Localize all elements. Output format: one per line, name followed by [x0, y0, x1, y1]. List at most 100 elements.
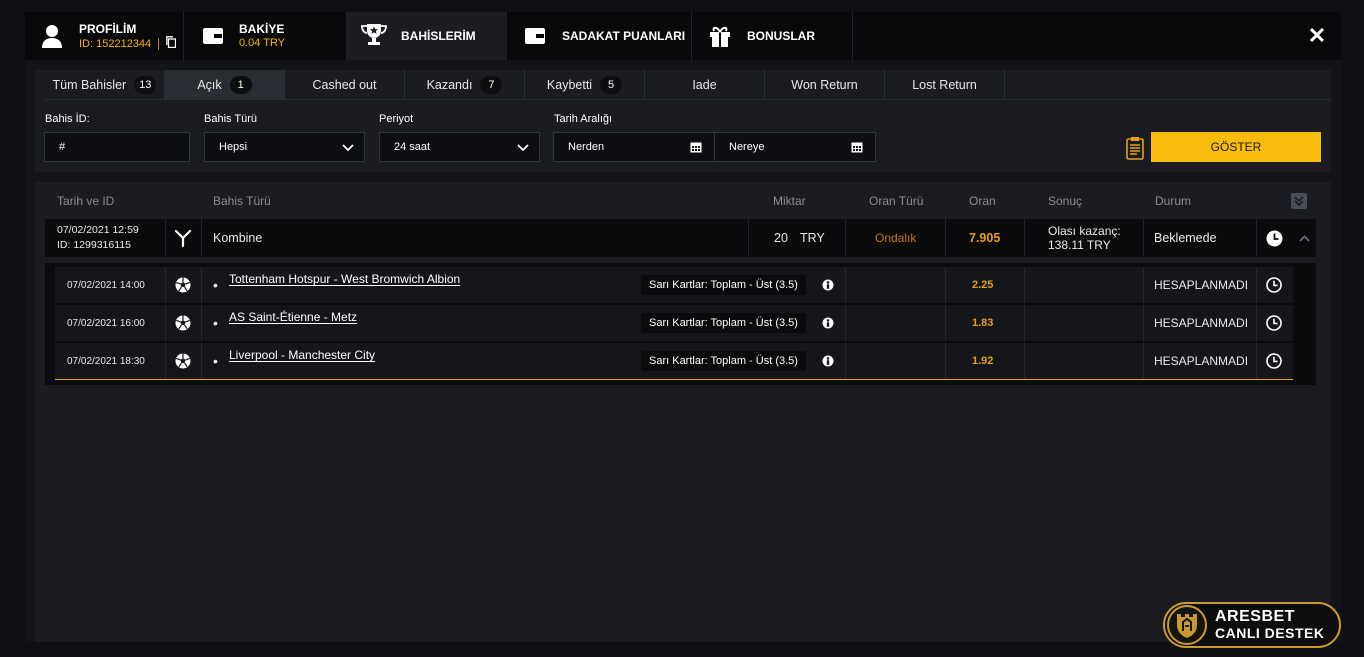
divider: [165, 305, 166, 341]
divider: [945, 305, 946, 341]
period-value: 24 saat: [394, 141, 431, 153]
selection-odds: 2.25: [972, 279, 994, 291]
nav-loyalty-title: SADAKAT PUANLARI: [562, 29, 686, 43]
chevron-down-icon: [342, 144, 354, 152]
bullet-icon: •: [213, 315, 218, 331]
divider: [165, 267, 166, 303]
divider: [201, 219, 202, 257]
balance-value: 0.04 TRY: [239, 37, 286, 49]
divider: [165, 343, 166, 379]
tab-label: Cashed out: [312, 78, 377, 92]
divider: [1143, 219, 1144, 257]
live-support-button[interactable]: ARESBET CANLI DESTEK: [1163, 602, 1341, 648]
divider: [845, 305, 846, 341]
tab-lost-return[interactable]: Lost Return: [885, 70, 1005, 100]
user-icon: [41, 24, 63, 48]
match-link[interactable]: AS Saint-Étienne - Metz: [229, 310, 357, 324]
nav-bonuses[interactable]: BONUSLAR: [692, 12, 853, 60]
calendar-icon: [690, 142, 702, 153]
divider: [201, 267, 202, 303]
tab-cashed-out[interactable]: Cashed out: [285, 70, 405, 100]
market-label: Sarı Kartlar: Toplam - Üst (3.5): [641, 313, 806, 333]
trophy-icon: [360, 23, 388, 47]
nav-my-bets[interactable]: BAHİSLERİM: [347, 12, 507, 60]
selection-odds: 1.83: [972, 317, 994, 329]
selection-date: 07/02/2021 16:00: [67, 317, 145, 329]
date-from-placeholder: Nerden: [568, 141, 605, 153]
bullet-icon: •: [213, 277, 218, 293]
match-link[interactable]: Liverpool - Manchester City: [229, 348, 375, 362]
nav-bonuses-title: BONUSLAR: [747, 29, 815, 43]
info-icon[interactable]: [820, 267, 836, 303]
selection-row: 07/02/2021 16:00 • AS Saint-Étienne - Me…: [55, 305, 1293, 341]
header-result: Sonuç: [1048, 194, 1083, 208]
tab-lost[interactable]: Kaybetti 5: [525, 70, 645, 100]
selection-status: HESAPLANMADI: [1154, 354, 1249, 368]
header-amount: Miktar: [773, 194, 806, 208]
count-badge: 13: [134, 76, 157, 94]
header-status: Durum: [1155, 194, 1192, 208]
user-id: ID: 152212344: [79, 37, 152, 50]
selection-row: 07/02/2021 14:00 • Tottenham Hotspur - W…: [55, 267, 1293, 303]
divider: [1024, 343, 1025, 379]
clock-icon: [1264, 219, 1284, 257]
tab-label: Iade: [692, 78, 717, 92]
count-badge: 7: [480, 76, 503, 94]
nav-balance[interactable]: BAKİYE 0.04 TRY: [184, 12, 347, 60]
tab-label: Tüm Bahisler: [52, 78, 127, 92]
tab-open[interactable]: Açık 1: [165, 70, 285, 100]
total-odds: 7.905: [969, 231, 1001, 245]
nav-loyalty-points[interactable]: SADAKAT PUANLARI: [507, 12, 692, 60]
bet-id-label: Bahis İD:: [45, 113, 90, 125]
divider: [201, 343, 202, 379]
info-icon[interactable]: [820, 343, 836, 379]
divider: [748, 219, 749, 257]
divider: [945, 343, 946, 379]
selection-status: HESAPLANMADI: [1154, 316, 1249, 330]
bet-id-input[interactable]: #: [44, 132, 190, 162]
nav-profile-title: PROFİLİM: [79, 22, 137, 36]
info-icon[interactable]: [820, 305, 836, 341]
bet-type: Kombine: [213, 231, 263, 245]
market-label: Sarı Kartlar: Toplam - Üst (3.5): [641, 351, 806, 371]
clock-icon: [1265, 267, 1283, 303]
divider: [1256, 305, 1257, 341]
tab-won-return[interactable]: Won Return: [765, 70, 885, 100]
tab-refund[interactable]: Iade: [645, 70, 765, 100]
bet-id: ID: 1299316115: [57, 239, 131, 251]
nav-my-bets-title: BAHİSLERİM: [401, 29, 476, 43]
period-select[interactable]: 24 saat: [379, 132, 540, 162]
bet-date: 07/02/2021 12:59: [57, 224, 139, 236]
header-odds: Oran: [969, 194, 996, 208]
gift-icon: [708, 24, 732, 48]
filter-panel: Tüm Bahisler 13 Açık 1 Cashed out Kazandı 7…: [35, 70, 1331, 172]
shield-logo-icon: [1167, 605, 1207, 645]
bet-amount: 20: [774, 231, 788, 245]
copy-icon[interactable]: [166, 36, 177, 51]
wallet-icon: [202, 27, 224, 45]
date-from-input[interactable]: Nerden: [553, 132, 715, 162]
bet-type-select[interactable]: Hepsi: [204, 132, 365, 162]
tab-all-bets[interactable]: Tüm Bahisler 13: [45, 70, 165, 100]
match-link[interactable]: Tottenham Hotspur - West Bromwich Albion: [229, 272, 460, 286]
divider: [201, 305, 202, 341]
chevron-up-icon[interactable]: [1297, 219, 1311, 257]
tab-label: Kaybetti: [546, 78, 593, 92]
selection-row: 07/02/2021 18:30 • Liverpool - Mancheste…: [55, 343, 1293, 379]
bet-row[interactable]: 07/02/2021 12:59 ID: 1299316115 Kombine …: [45, 219, 1316, 257]
close-icon[interactable]: ✕: [1307, 25, 1327, 47]
clock-icon: [1265, 305, 1283, 341]
potential-win-label: Olası kazanç:: [1048, 224, 1121, 238]
bets-modal: PROFİLİM ID: 152212344 BAKİYE 0.04 TRY B…: [25, 12, 1341, 642]
tab-won[interactable]: Kazandı 7: [405, 70, 525, 100]
clipboard-icon[interactable]: [1125, 136, 1145, 160]
collapse-all-button[interactable]: [1291, 193, 1307, 209]
nav-profile[interactable]: PROFİLİM ID: 152212344: [25, 12, 184, 60]
divider: [158, 37, 160, 50]
bet-currency: TRY: [800, 231, 825, 245]
period-label: Periyot: [379, 113, 414, 125]
calendar-icon: [851, 142, 863, 153]
show-button[interactable]: GÖSTER: [1151, 132, 1321, 162]
divider: [1256, 219, 1257, 257]
date-to-input[interactable]: Nereye: [714, 132, 876, 162]
